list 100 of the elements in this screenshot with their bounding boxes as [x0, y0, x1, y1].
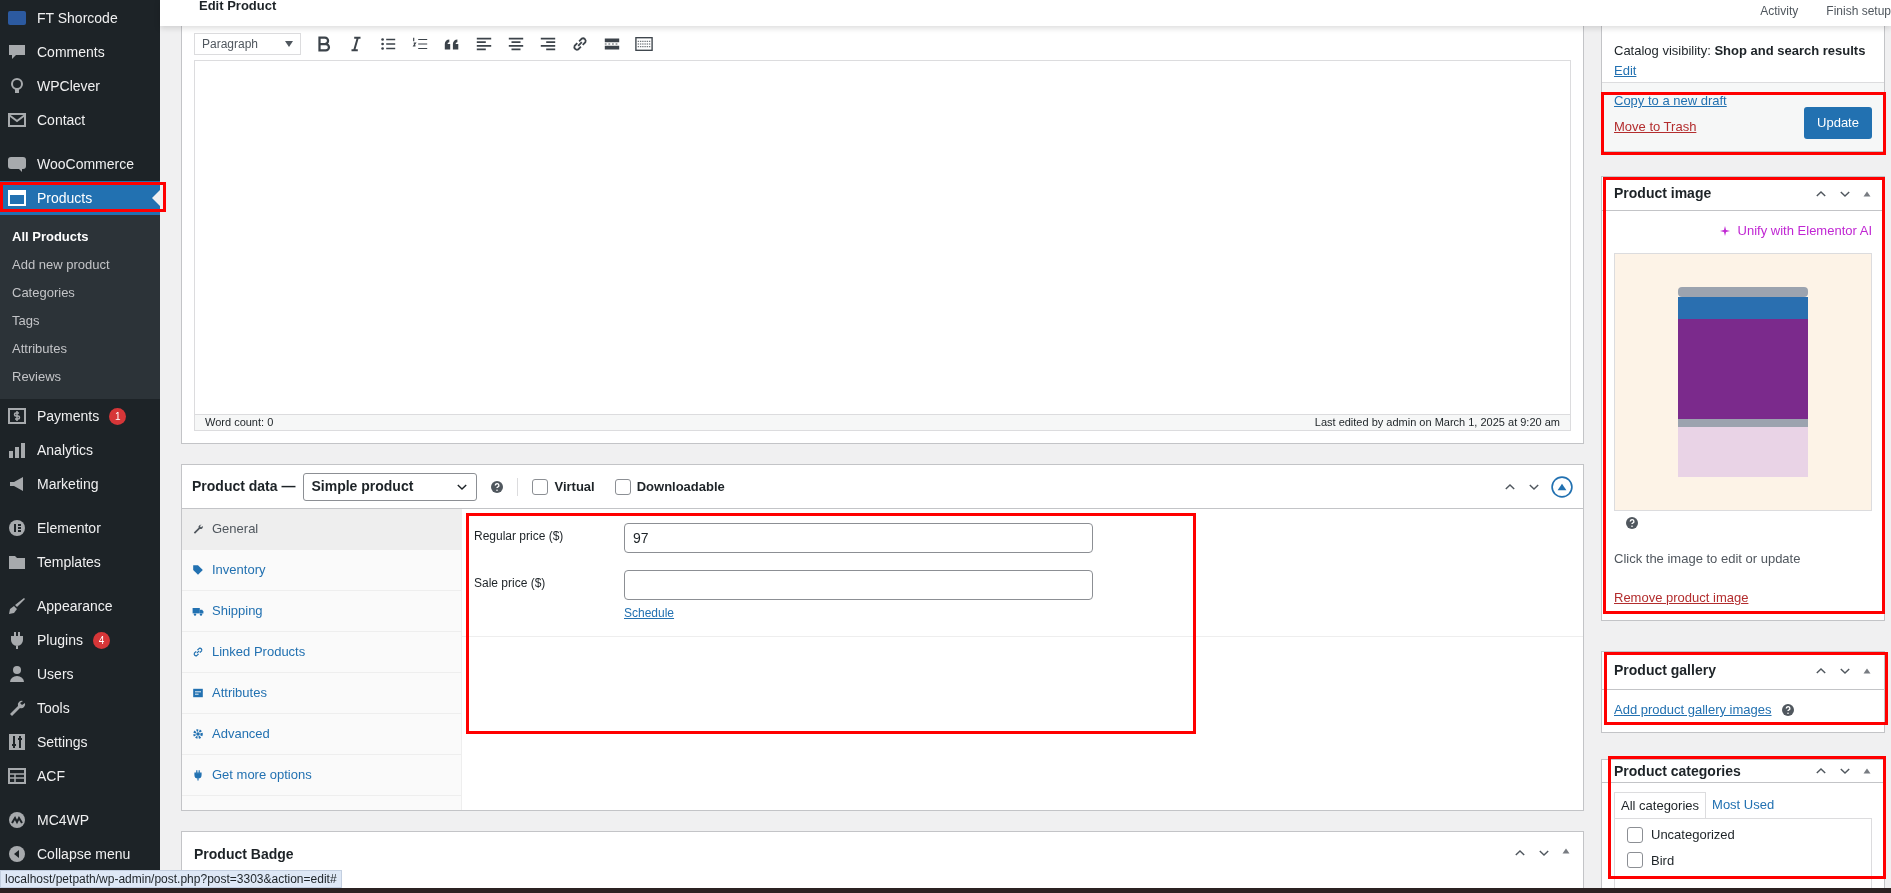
bold-icon[interactable] [315, 35, 333, 53]
menu-item[interactable]: Marketing [0, 467, 160, 501]
checkbox[interactable] [614, 478, 631, 495]
person-icon [7, 664, 27, 684]
envelope-icon [7, 110, 27, 130]
product-data-tab[interactable]: Attributes [182, 673, 461, 714]
menu-item[interactable]: Elementor [0, 511, 160, 545]
square-icon [7, 8, 27, 28]
archive-box-icon [7, 188, 27, 208]
panel-title: Product image [1614, 184, 1712, 203]
product-data-tab[interactable]: Get more options [182, 755, 461, 796]
bar-chart-icon [7, 440, 27, 460]
submenu-item[interactable]: Attributes [0, 335, 160, 363]
menu-item[interactable]: Comments [0, 35, 160, 69]
format-dropdown[interactable]: Paragraph [194, 33, 301, 55]
update-button[interactable]: Update [1804, 107, 1872, 139]
product-type-select[interactable]: Simple product [303, 472, 478, 501]
product-data-tab[interactable]: General [182, 509, 461, 550]
align-left-icon[interactable] [475, 35, 493, 53]
submenu-item[interactable]: Reviews [0, 363, 160, 391]
plug-icon [192, 769, 204, 781]
caret-icon [285, 41, 293, 47]
edit-link[interactable]: Edit [1614, 60, 1872, 80]
trash-link[interactable]: Move to Trash [1614, 116, 1727, 136]
menu-item[interactable]: Analytics [0, 433, 160, 467]
help-icon[interactable] [1626, 516, 1638, 529]
table-icon [7, 766, 27, 786]
speech-bubble-icon [7, 42, 27, 62]
last-edited-note: Last edited by admin on March 1, 2025 at 9:20 am [1314, 415, 1560, 431]
add-gallery-images-link[interactable]: Add product gallery images [1614, 700, 1772, 720]
dollar-icon [7, 406, 27, 426]
menu-item[interactable]: Contact [0, 103, 160, 137]
word-count: Word count: 0 [205, 415, 274, 431]
bullet-list-icon[interactable] [379, 35, 397, 53]
pointer-notch [152, 190, 160, 206]
menu-item[interactable]: Collapse menu [0, 837, 160, 871]
remove-image-link[interactable]: Remove product image [1614, 588, 1872, 608]
product-data-tab[interactable]: Advanced [182, 714, 461, 755]
menu-item[interactable]: Appearance [0, 589, 160, 623]
link-icon[interactable] [571, 35, 589, 53]
count-badge: 4 [92, 631, 110, 649]
checkbox[interactable] [1627, 826, 1643, 843]
collapse-triangle-icon[interactable] [1561, 846, 1571, 856]
product-data-tab[interactable]: Linked Products [182, 632, 461, 673]
menu-item[interactable]: Templates [0, 545, 160, 579]
submenu-item[interactable]: Add new product [0, 251, 160, 279]
paintbrush-icon [7, 596, 27, 616]
menu-item[interactable]: Users [0, 657, 160, 691]
product-data-tab[interactable]: Inventory [182, 550, 461, 591]
checkbox[interactable] [532, 478, 549, 495]
gear-icon [192, 728, 204, 740]
checkbox-label: Bird [1651, 851, 1675, 870]
collapse-triangle-icon[interactable] [1862, 766, 1872, 776]
checkbox-label: Downloadable [636, 477, 725, 496]
tag-icon [192, 564, 204, 576]
field-label: Regular price ($) [474, 528, 565, 545]
menu-item[interactable]: MC4WP [0, 803, 160, 837]
image-hint-text: Click the image to edit or update [1614, 549, 1802, 568]
menu-item[interactable]: Tools [0, 691, 160, 725]
menu-item[interactable]: ACF [0, 759, 160, 793]
field-label: Sale price ($) [474, 575, 547, 592]
status-url-tooltip: localhost/petpath/wp-admin/post.php?post=3303&action=edit# [0, 870, 342, 888]
text-input[interactable] [624, 570, 1093, 600]
photo-placeholder[interactable] [1614, 252, 1872, 511]
link-icon [192, 646, 204, 658]
schedule-link[interactable]: Schedule [624, 604, 1093, 622]
truck-icon [192, 605, 204, 617]
circle-icon [7, 518, 27, 538]
speech-bubble-icon [7, 154, 27, 174]
checkbox[interactable] [1627, 852, 1643, 869]
panel-title: Product gallery [1614, 661, 1716, 680]
help-icon[interactable] [1781, 703, 1794, 716]
submenu-item[interactable]: Categories [0, 279, 160, 307]
count-badge: 1 [109, 407, 127, 425]
menu-item[interactable]: WooCommerce [0, 147, 160, 181]
checkbox-label: Uncategorized [1651, 826, 1735, 844]
header-link[interactable]: Activity [1760, 2, 1799, 20]
keyboard-icon[interactable] [635, 35, 653, 53]
product-data-tab[interactable]: Shipping [182, 591, 461, 632]
menu-item[interactable]: Settings [0, 725, 160, 759]
category-tab[interactable]: Most Used [1706, 792, 1781, 818]
header-link[interactable]: Finish setup [1826, 2, 1891, 20]
submenu-item[interactable]: Tags [0, 307, 160, 335]
submenu-item[interactable]: All Products [0, 223, 160, 251]
category-tab[interactable]: All categories [1614, 792, 1707, 818]
menu-item[interactable]: WPClever [0, 69, 160, 103]
panel-title: Product categories [1614, 761, 1741, 781]
menu-item[interactable]: Plugins 4 [0, 623, 160, 657]
checkbox-label: Virtual [554, 477, 595, 496]
editor-content-area[interactable]: Word count: 0 Last edited by admin on March 1, 2025 at 9:20 am [194, 60, 1571, 431]
elementor-ai-link[interactable]: Unify with Elementor AI [1737, 221, 1872, 241]
wrench-icon [192, 523, 204, 535]
text-input[interactable]: 97 [624, 523, 1093, 553]
menu-item[interactable]: Payments 1 [0, 399, 160, 433]
help-icon[interactable] [491, 480, 504, 493]
align-center-icon[interactable] [507, 35, 525, 53]
menu-item[interactable]: FT Shorcode [0, 1, 160, 35]
copy-draft-link[interactable]: Copy to a new draft [1614, 91, 1727, 111]
list-card-icon [192, 687, 204, 699]
align-right-icon[interactable] [539, 35, 557, 53]
